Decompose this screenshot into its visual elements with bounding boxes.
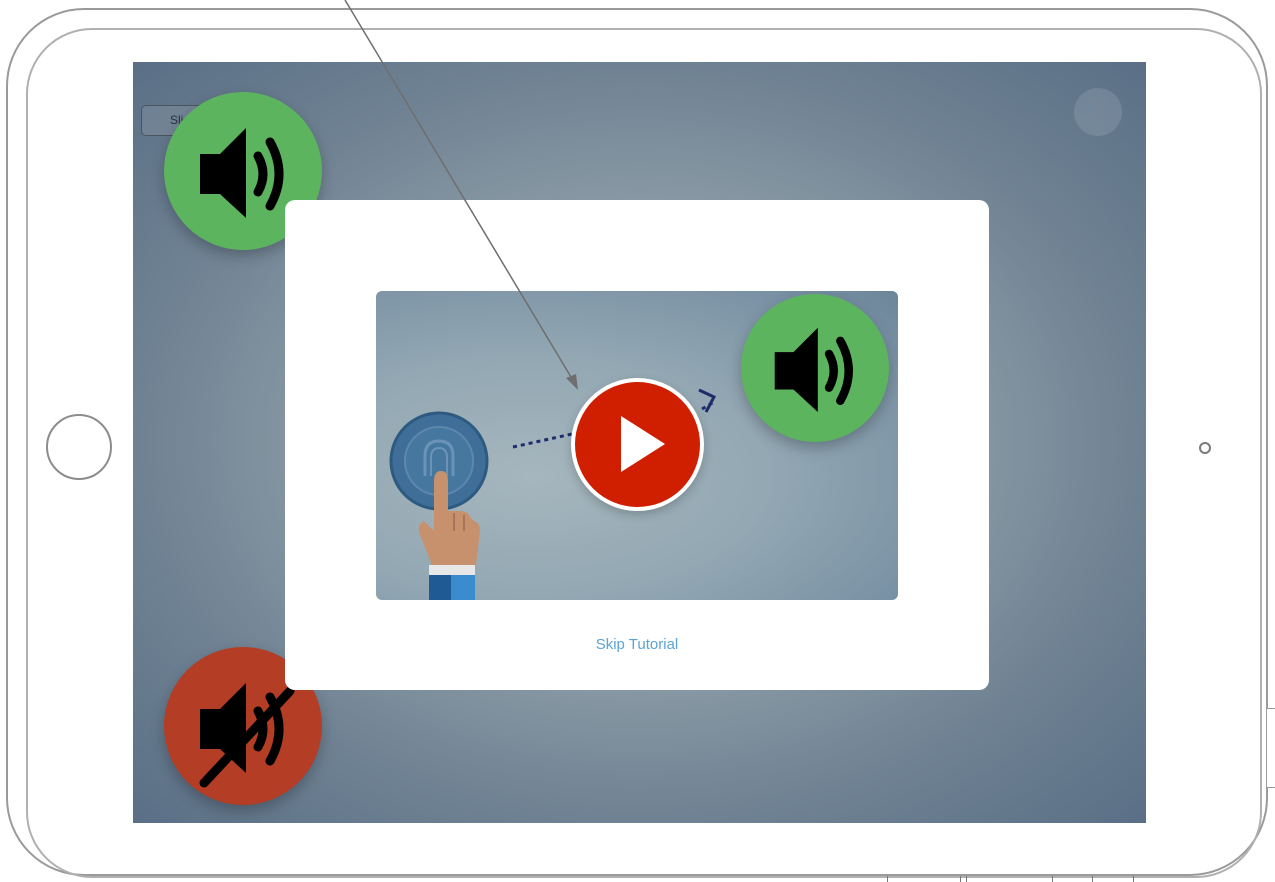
speaker-on-icon: [774, 327, 853, 413]
mockup-stage: Slide and Hold X: [0, 0, 1275, 882]
frame-tick: [966, 876, 967, 882]
side-button: [1266, 708, 1275, 788]
play-button[interactable]: [571, 378, 704, 511]
skip-tutorial-link[interactable]: Skip Tutorial: [285, 636, 989, 653]
camera-icon: [1199, 442, 1211, 454]
frame-tick: [960, 876, 961, 882]
tutorial-sound-on-illustration: [741, 294, 889, 442]
tutorial-video[interactable]: [376, 291, 898, 600]
frame-tick: [1052, 876, 1053, 882]
play-icon: [621, 416, 665, 472]
close-icon[interactable]: X: [1074, 88, 1122, 136]
tutorial-dialog: Skip Tutorial: [285, 200, 989, 690]
frame-tick: [1092, 876, 1093, 882]
frame-tick: [887, 876, 888, 882]
frame-tick: [1133, 876, 1134, 882]
home-button[interactable]: [46, 414, 112, 480]
